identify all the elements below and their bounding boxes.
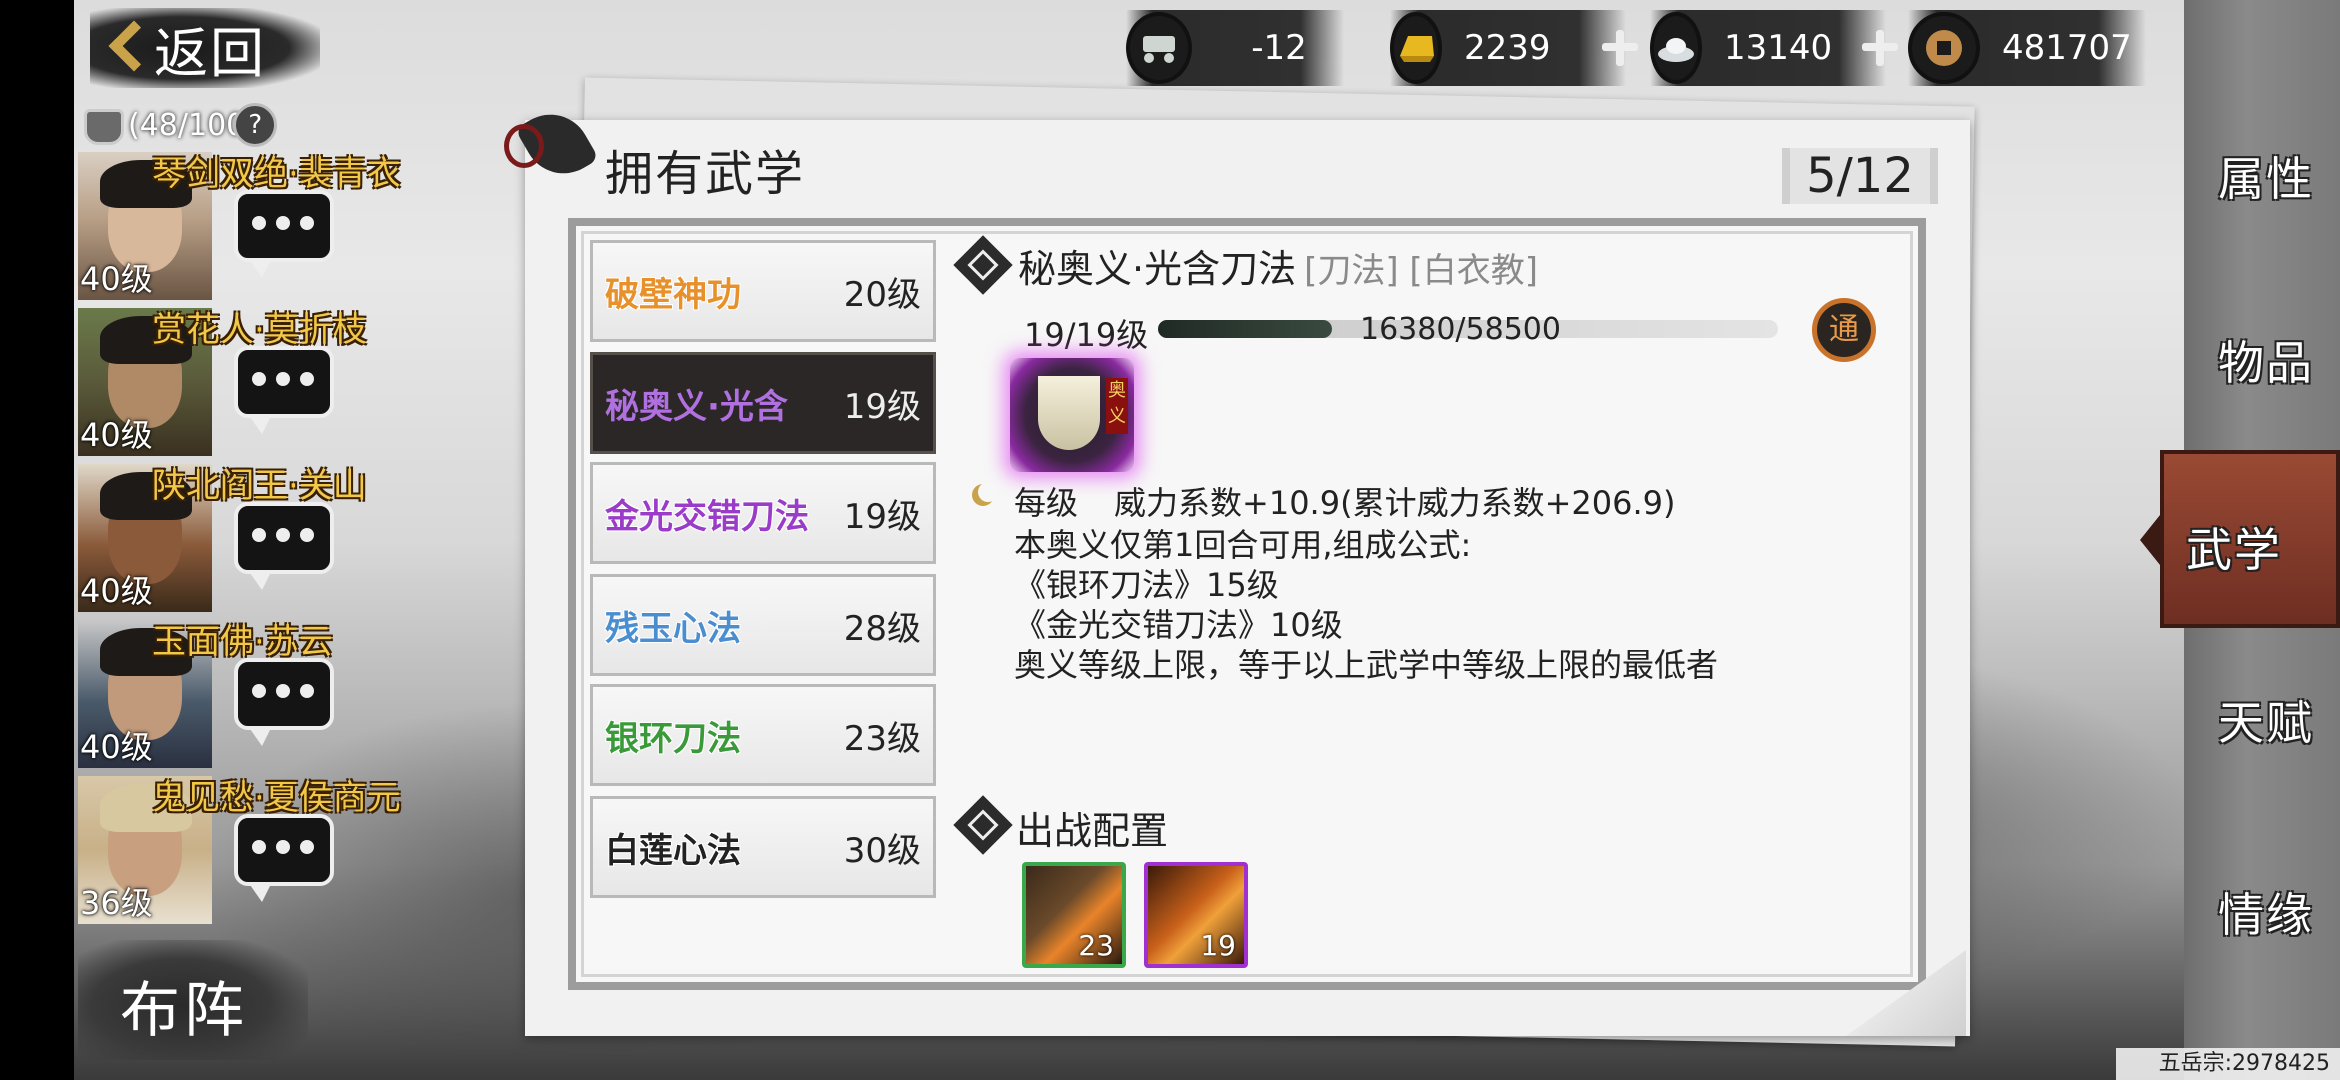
hero-level: 40级 xyxy=(80,260,153,298)
tab-attributes[interactable]: 属性 xyxy=(2196,106,2336,246)
hero-card[interactable]: 36级 鬼见愁·夏侯商元 xyxy=(78,776,401,924)
hero-level: 36级 xyxy=(80,884,153,922)
hero-name: 赏花人·莫折枝 xyxy=(152,310,367,350)
skill-level: 23级 xyxy=(843,718,921,759)
tab-martial-arts-active[interactable]: 武学 xyxy=(2160,450,2340,628)
resource-value: 481707 xyxy=(2002,28,2132,68)
silver-ingot-icon xyxy=(1650,12,1702,84)
hero-level: 40级 xyxy=(80,572,153,610)
slot-level: 23 xyxy=(1078,929,1114,962)
hero-card[interactable]: 40级 琴剑双绝·裴青衣 xyxy=(78,152,401,300)
add-gold-button[interactable] xyxy=(1600,28,1638,68)
skill-level: 28级 xyxy=(843,608,921,649)
hero-level: 40级 xyxy=(80,416,153,454)
deploy-config-title: 出战配置 xyxy=(1016,809,1169,853)
gold-ingot-icon xyxy=(1390,12,1442,84)
tab-label: 情缘 xyxy=(2218,888,2314,942)
hero-level: 40级 xyxy=(80,728,153,766)
add-silver-button[interactable] xyxy=(1860,28,1898,68)
hero-name: 琴剑双绝·裴青衣 xyxy=(152,154,401,194)
icon-tag: 奥义 xyxy=(1106,378,1128,434)
moon-bullet-icon xyxy=(972,482,998,506)
resource-cart: -12 xyxy=(1126,10,1344,86)
resource-value: 13140 xyxy=(1724,28,1833,68)
xp-bar-fill xyxy=(1158,320,1332,338)
skill-level: 20级 xyxy=(843,274,921,315)
resource-gold: 2239 xyxy=(1390,10,1638,86)
tab-label: 武学 xyxy=(2186,523,2282,577)
per-level-line: 每级 威力系数+10.9(累计威力系数+206.9) xyxy=(1014,478,1675,524)
chevron-left-icon xyxy=(102,18,142,78)
back-button[interactable]: 返回 xyxy=(90,8,320,88)
hero-name: 鬼见愁·夏侯商元 xyxy=(152,778,401,818)
tab-talents[interactable]: 天赋 xyxy=(2196,650,2336,790)
skill-level: 19级 xyxy=(843,496,921,537)
skill-name: 残玉心法 xyxy=(605,608,741,649)
skill-item[interactable]: 残玉心法 28级 xyxy=(590,574,936,676)
brush-ink-icon xyxy=(498,100,598,190)
copper-coin-icon xyxy=(1908,12,1980,84)
skill-tags: [刀法] [白衣教] xyxy=(1304,251,1538,291)
tab-items[interactable]: 物品 xyxy=(2196,290,2336,430)
team-icon xyxy=(78,105,124,145)
tab-label: 物品 xyxy=(2218,336,2314,390)
slot-level: 19 xyxy=(1200,929,1236,962)
deploy-slot[interactable]: 19 xyxy=(1144,862,1248,968)
chat-bubble-icon[interactable] xyxy=(234,346,334,434)
per-level-label: 每级 xyxy=(1014,484,1079,522)
tab-label: 属性 xyxy=(2218,152,2314,206)
chat-bubble-icon[interactable] xyxy=(234,502,334,590)
hero-name: 玉面佛·苏云 xyxy=(152,622,333,662)
cart-icon xyxy=(1126,12,1192,84)
team-count: (48/100 ? xyxy=(78,100,278,150)
chat-bubble-icon[interactable] xyxy=(234,658,334,746)
panel-title: 拥有武学 xyxy=(605,146,806,202)
skill-item[interactable]: 白莲心法 30级 xyxy=(590,796,936,898)
game-screen: { "nav": {"back_label": "返回"}, "resource… xyxy=(0,0,2340,1080)
hero-card[interactable]: 40级 赏花人·莫折枝 xyxy=(78,308,378,456)
hero-card[interactable]: 40级 玉面佛·苏云 xyxy=(78,620,378,768)
resource-value: 2239 xyxy=(1464,28,1551,68)
skill-item[interactable]: 金光交错刀法 19级 xyxy=(590,462,936,564)
skill-detail-title: 秘奥义·光含刀法 [刀法] [白衣教] xyxy=(1018,238,1538,293)
skill-item-selected[interactable]: 秘奥义·光含 19级 xyxy=(590,352,936,454)
resource-copper: 481707 xyxy=(1908,10,2146,86)
hero-name: 陕北阎王·关山 xyxy=(152,466,367,506)
deploy-slot[interactable]: 23 xyxy=(1022,862,1126,968)
skill-name: 金光交错刀法 xyxy=(605,496,809,537)
server-id: 五岳宗:2978425 xyxy=(2116,1048,2340,1080)
page-count: 5/12 xyxy=(1782,148,1938,204)
skill-item[interactable]: 银环刀法 23级 xyxy=(590,684,936,786)
chat-bubble-icon[interactable] xyxy=(234,814,334,902)
skill-name: 破壁神功 xyxy=(605,274,741,315)
team-count-text: (48/100 xyxy=(128,107,246,143)
secret-art-icon: 奥义 xyxy=(1010,358,1134,472)
blade-icon xyxy=(1038,376,1100,450)
description-line: 奥义等级上限，等于以上武学中等级上限的最低者 xyxy=(1014,646,1719,684)
back-label: 返回 xyxy=(154,21,266,85)
skill-level: 19级 xyxy=(843,386,921,427)
left-black-bar xyxy=(0,0,74,1080)
skill-level: 30级 xyxy=(843,830,921,871)
skill-name: 白莲心法 xyxy=(605,830,741,871)
skill-name: 银环刀法 xyxy=(605,718,741,759)
skill-detail-name: 秘奥义·光含刀法 xyxy=(1018,247,1297,291)
resource-value: -12 xyxy=(1251,28,1307,68)
hero-card[interactable]: 40级 陕北阎王·关山 xyxy=(78,464,378,612)
chat-bubble-icon[interactable] xyxy=(234,190,334,278)
tab-label: 天赋 xyxy=(2218,696,2314,750)
xp-text: 16380/58500 xyxy=(1360,312,1561,347)
tab-relations[interactable]: 情缘 xyxy=(2196,842,2336,982)
per-level-effect: 威力系数+10.9(累计威力系数+206.9) xyxy=(1114,484,1676,522)
skill-name: 秘奥义·光含 xyxy=(605,386,788,427)
formation-button[interactable]: 布阵 xyxy=(78,940,308,1060)
mastery-seal-icon[interactable]: 通 xyxy=(1812,298,1876,362)
skill-level-progress: 19/19级 xyxy=(1024,316,1149,354)
resource-silver: 13140 xyxy=(1650,10,1898,86)
help-icon[interactable]: ? xyxy=(233,103,278,147)
formation-label: 布阵 xyxy=(120,976,248,1046)
skill-item[interactable]: 破壁神功 20级 xyxy=(590,240,936,342)
